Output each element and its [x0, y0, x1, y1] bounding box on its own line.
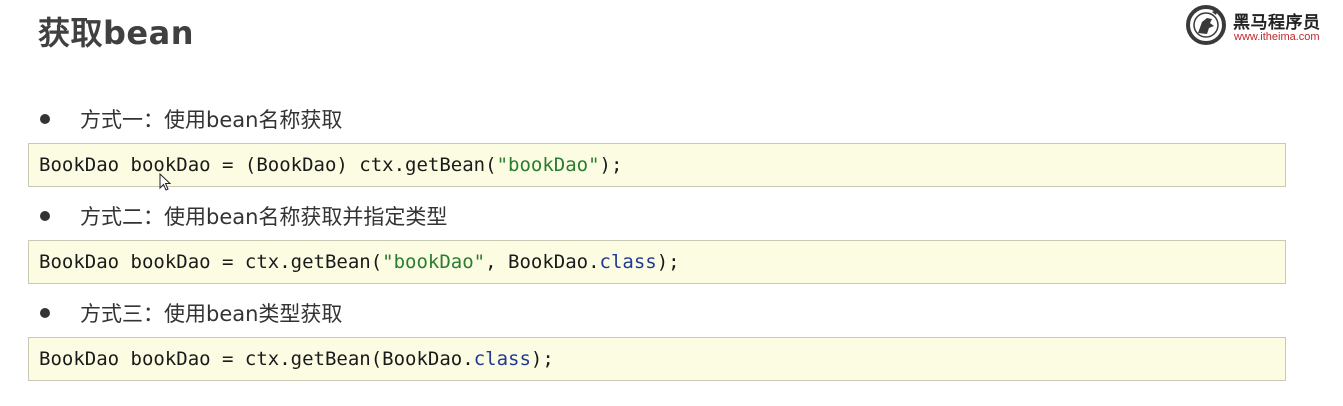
code-3-part2: ); [530, 348, 554, 370]
bullet-icon [40, 114, 50, 124]
brand-logo: 黑马程序员 www.itheima.com [1185, 4, 1335, 48]
method-1-item: 方式一：使用bean名称获取 [40, 104, 342, 134]
page-title: 获取bean [38, 14, 194, 52]
method-2-item: 方式二：使用bean名称获取并指定类型 [40, 201, 447, 231]
horse-logo-icon [1186, 5, 1226, 45]
method-3-label: 方式三：使用bean类型获取 [80, 302, 343, 326]
bullet-icon [40, 308, 50, 318]
code-2-part3: ); [656, 251, 680, 273]
bullet-icon [40, 211, 50, 221]
code-2-string: "bookDao" [382, 251, 486, 273]
code-1-part2: ); [599, 154, 623, 176]
slide: 获取bean 黑马程序员 www.itheima.com 方式一：使用bean名… [0, 0, 1343, 406]
brand-url: www.itheima.com [1234, 31, 1320, 43]
brand-name: 黑马程序员 [1233, 13, 1321, 33]
code-2-part1: BookDao bookDao = ctx.getBean( [39, 251, 383, 273]
code-1-string: "bookDao" [496, 154, 600, 176]
code-3-keyword: class [473, 348, 531, 370]
method-2-label: 方式二：使用bean名称获取并指定类型 [80, 205, 448, 229]
code-1-part1: BookDao bookDao = (BookDao) ctx.getBean( [39, 154, 497, 176]
method-3-item: 方式三：使用bean类型获取 [40, 298, 342, 328]
code-2-keyword: class [599, 251, 657, 273]
mouse-pointer-icon [159, 173, 171, 191]
code-block-1: BookDao bookDao = (BookDao) ctx.getBean(… [28, 143, 1286, 187]
code-block-2: BookDao bookDao = ctx.getBean("bookDao",… [28, 240, 1286, 284]
code-2-part2: , BookDao. [485, 251, 600, 273]
code-block-3: BookDao bookDao = ctx.getBean(BookDao. cl… [28, 337, 1286, 381]
method-1-label: 方式一：使用bean名称获取 [80, 108, 343, 132]
code-3-part1: BookDao bookDao = ctx.getBean(BookDao. [39, 348, 474, 370]
